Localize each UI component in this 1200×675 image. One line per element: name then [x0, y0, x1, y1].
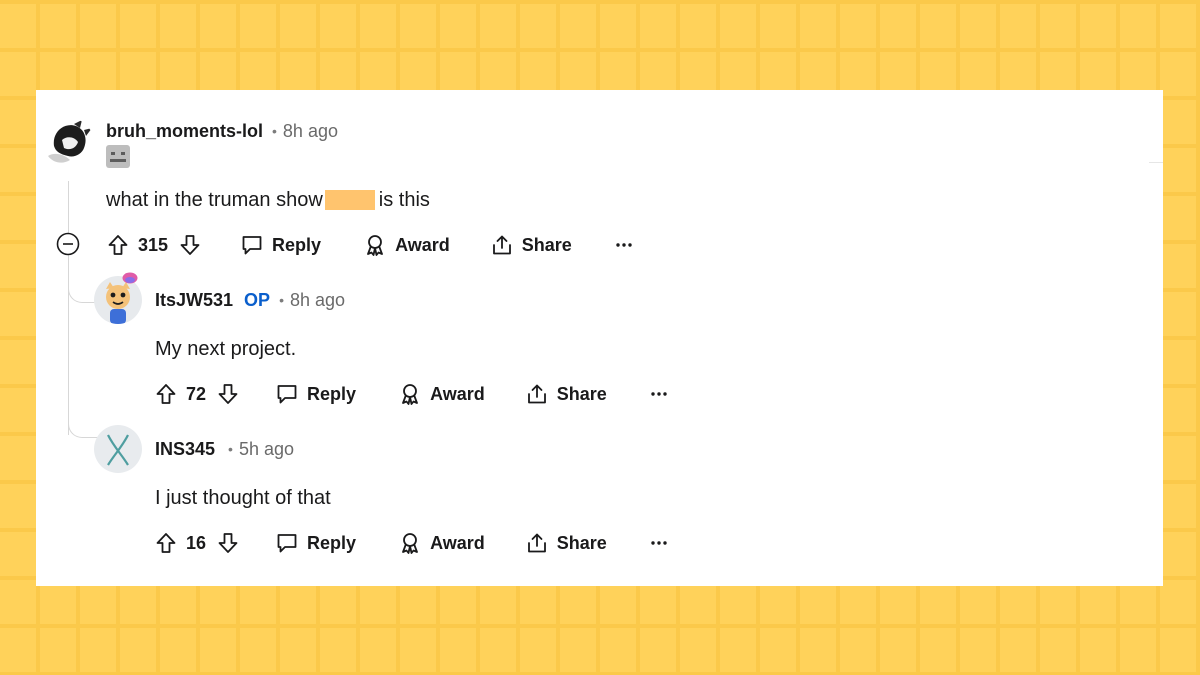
- more-options-button[interactable]: [647, 382, 671, 406]
- more-icon: [647, 382, 671, 406]
- timestamp[interactable]: 5h ago: [239, 439, 294, 460]
- vote-group: 16: [154, 531, 240, 555]
- award-button[interactable]: Award: [363, 233, 450, 257]
- award-button[interactable]: Award: [398, 382, 485, 406]
- comment-bubble-icon: [275, 382, 299, 406]
- more-icon: [647, 531, 671, 555]
- downvote-icon[interactable]: [178, 233, 202, 257]
- award-label: Award: [430, 532, 485, 553]
- redaction-block: [324, 190, 375, 210]
- timestamp[interactable]: 8h ago: [290, 290, 345, 311]
- x-logo-avatar-icon: [107, 434, 129, 466]
- upvote-icon[interactable]: [154, 382, 178, 406]
- comment-body: I just thought of that: [155, 486, 331, 509]
- comment-meta: INS345 • 5h ago: [155, 437, 294, 461]
- comment-meta: ItsJW531 OP • 8h ago: [155, 288, 345, 312]
- more-options-button[interactable]: [612, 233, 636, 257]
- reply-label: Reply: [272, 234, 322, 255]
- award-icon: [398, 382, 422, 406]
- more-icon: [612, 233, 636, 257]
- award-icon: [363, 233, 387, 257]
- share-icon: [525, 382, 549, 406]
- username[interactable]: bruh_moments-lol: [106, 121, 263, 142]
- separator-dot: •: [272, 123, 277, 139]
- comment-bubble-icon: [275, 531, 299, 555]
- reply-button[interactable]: Reply: [275, 531, 356, 555]
- share-label: Share: [521, 234, 572, 255]
- share-button[interactable]: Share: [525, 531, 607, 555]
- reply-label: Reply: [307, 532, 357, 553]
- share-button[interactable]: Share: [490, 233, 572, 257]
- vote-group: 72: [154, 382, 240, 406]
- thread-branch: [68, 421, 99, 438]
- upvote-icon[interactable]: [106, 233, 130, 257]
- user-flair-icon: [106, 145, 130, 168]
- share-icon: [525, 531, 549, 555]
- heart-flair-icon: [122, 271, 138, 284]
- comment-bubble-icon: [240, 233, 264, 257]
- thread-line: [68, 181, 69, 435]
- reply-button[interactable]: Reply: [275, 382, 356, 406]
- upvote-icon[interactable]: [154, 531, 178, 555]
- vote-count: 72: [186, 383, 207, 404]
- op-badge: OP: [244, 289, 271, 310]
- collapse-thread-button[interactable]: [56, 232, 80, 256]
- share-label: Share: [556, 383, 607, 404]
- comment-text: is this: [378, 188, 430, 211]
- comment-actions: 315 Reply Award Share: [106, 230, 636, 260]
- comment-body: what in the truman show is this: [106, 187, 430, 213]
- comment-actions: 16 Reply Award Share: [154, 528, 671, 558]
- anime-avatar-icon: [48, 120, 92, 163]
- vote-count: 315: [138, 234, 169, 255]
- comment-body: My next project.: [155, 337, 297, 360]
- downvote-icon[interactable]: [216, 382, 240, 406]
- avatar[interactable]: [94, 425, 142, 473]
- avatar[interactable]: [44, 118, 94, 168]
- vote-count: 16: [186, 532, 207, 553]
- award-label: Award: [395, 234, 450, 255]
- separator-dot: •: [279, 292, 284, 308]
- divider: [1149, 162, 1163, 163]
- vote-group: 315: [106, 233, 202, 257]
- username[interactable]: ItsJW531: [155, 290, 233, 311]
- separator-dot: •: [228, 441, 233, 457]
- award-button[interactable]: Award: [398, 531, 485, 555]
- reply-label: Reply: [307, 383, 357, 404]
- comment-text: what in the truman show: [106, 188, 323, 211]
- downvote-icon[interactable]: [216, 531, 240, 555]
- comment-thread-card: bruh_moments-lol • 8h ago what in the tr…: [36, 90, 1163, 586]
- award-icon: [398, 531, 422, 555]
- comment-meta: bruh_moments-lol • 8h ago: [106, 119, 338, 143]
- collapse-icon: [56, 232, 80, 256]
- share-button[interactable]: Share: [525, 382, 607, 406]
- comment-actions: 72 Reply Award Share: [154, 379, 671, 409]
- reply-button[interactable]: Reply: [240, 233, 321, 257]
- timestamp[interactable]: 8h ago: [283, 121, 338, 142]
- award-label: Award: [430, 383, 485, 404]
- share-icon: [490, 233, 514, 257]
- share-label: Share: [556, 532, 607, 553]
- more-options-button[interactable]: [647, 531, 671, 555]
- username[interactable]: INS345: [155, 439, 215, 460]
